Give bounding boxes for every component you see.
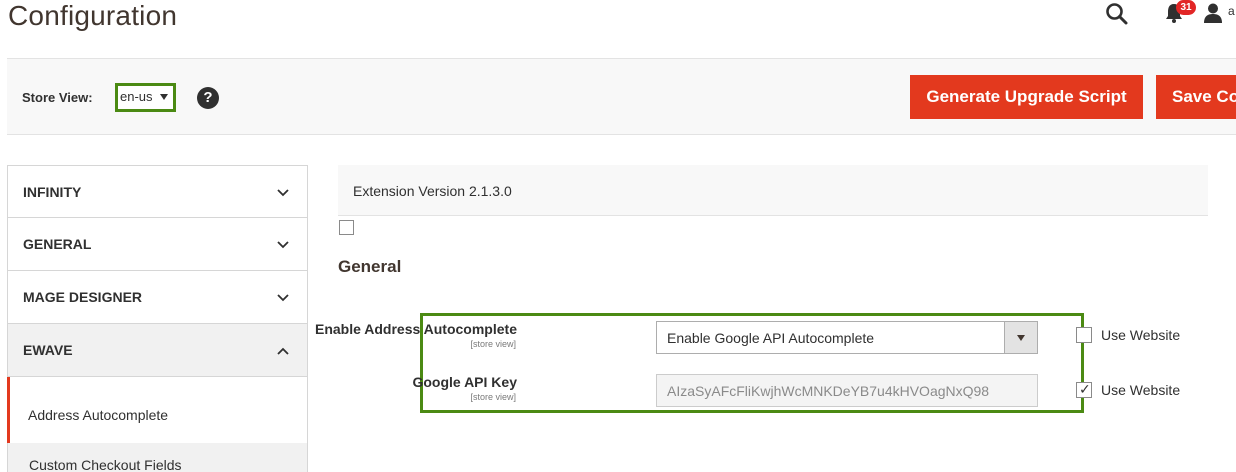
sidebar-section-infinity[interactable]: INFINITY [7, 165, 308, 218]
field-scope: [store view] [470, 339, 516, 349]
sidebar-section-label: GENERAL [23, 236, 92, 252]
sidebar-section-ewave[interactable]: EWAVE [7, 324, 308, 377]
section-title[interactable]: General [338, 257, 401, 277]
generate-upgrade-script-button[interactable]: Generate Upgrade Script [910, 75, 1143, 119]
sidebar-item-custom-checkout-fields[interactable]: Custom Checkout Fields [7, 443, 308, 472]
select-value: Enable Google API Autocomplete [667, 330, 875, 346]
dropdown-arrow[interactable] [1004, 322, 1037, 353]
use-website-label: Use Website [1101, 382, 1181, 398]
notification-badge[interactable]: 31 [1176, 0, 1196, 15]
caret-down-icon [160, 94, 168, 100]
use-website-checkbox[interactable] [1076, 327, 1092, 343]
header-actions: 31 a [1050, 0, 1235, 36]
highlighted-fields-box: Enable Address Autocomplete [store view]… [315, 313, 1084, 413]
save-config-button[interactable]: Save Co [1156, 75, 1236, 119]
search-icon[interactable] [1105, 2, 1129, 26]
checkmark-icon: ✓ [1079, 381, 1091, 397]
sidebar-item-label: Custom Checkout Fields [29, 457, 182, 472]
sidebar-section-general[interactable]: GENERAL [7, 218, 308, 271]
caret-down-icon [1017, 335, 1025, 341]
help-icon[interactable]: ? [197, 87, 219, 109]
extension-version-text: Extension Version 2.1.3.0 [353, 183, 512, 199]
store-view-value: en-us [120, 89, 153, 104]
field-label-enable-autocomplete: Enable Address Autocomplete [314, 321, 517, 337]
sidebar-item-label: Address Autocomplete [28, 407, 169, 423]
sidebar-item-address-autocomplete[interactable]: Address Autocomplete [7, 377, 308, 443]
use-website-label: Use Website [1101, 327, 1181, 343]
use-website-checkbox[interactable]: ✓ [1076, 381, 1092, 398]
sidebar-section-label: INFINITY [23, 184, 82, 200]
page-title: Configuration [8, 0, 178, 31]
sidebar-section-label: MAGE DESIGNER [23, 289, 143, 305]
store-view-select[interactable]: en-us [115, 83, 176, 112]
chevron-down-icon [277, 294, 289, 302]
chevron-up-icon [277, 347, 289, 355]
section-checkbox[interactable] [339, 220, 354, 235]
store-toolbar: Store View: en-us ? Generate Upgrade Scr… [7, 58, 1236, 135]
sidebar-section-mage-designer[interactable]: MAGE DESIGNER [7, 271, 308, 324]
enable-autocomplete-select[interactable]: Enable Google API Autocomplete [656, 321, 1038, 354]
config-sidebar: INFINITY GENERAL MAGE DESIGNER EWAVE Add… [7, 165, 308, 472]
google-api-key-input[interactable]: AIzaSyAFcFliKwjhWcMNKDeYB7u4kHVOagNxQ98 [656, 374, 1038, 407]
sidebar-section-label: EWAVE [23, 342, 73, 358]
field-scope: [store view] [470, 392, 516, 402]
chevron-down-icon [277, 241, 289, 249]
extension-version-bar: Extension Version 2.1.3.0 [338, 165, 1208, 216]
user-name[interactable]: a [1228, 4, 1235, 18]
chevron-down-icon [277, 189, 289, 197]
user-icon[interactable] [1202, 2, 1224, 24]
store-view-label: Store View: [22, 90, 93, 105]
config-main: Extension Version 2.1.3.0 General Enable… [315, 165, 1236, 472]
field-label-google-api-key: Google API Key [412, 374, 517, 390]
